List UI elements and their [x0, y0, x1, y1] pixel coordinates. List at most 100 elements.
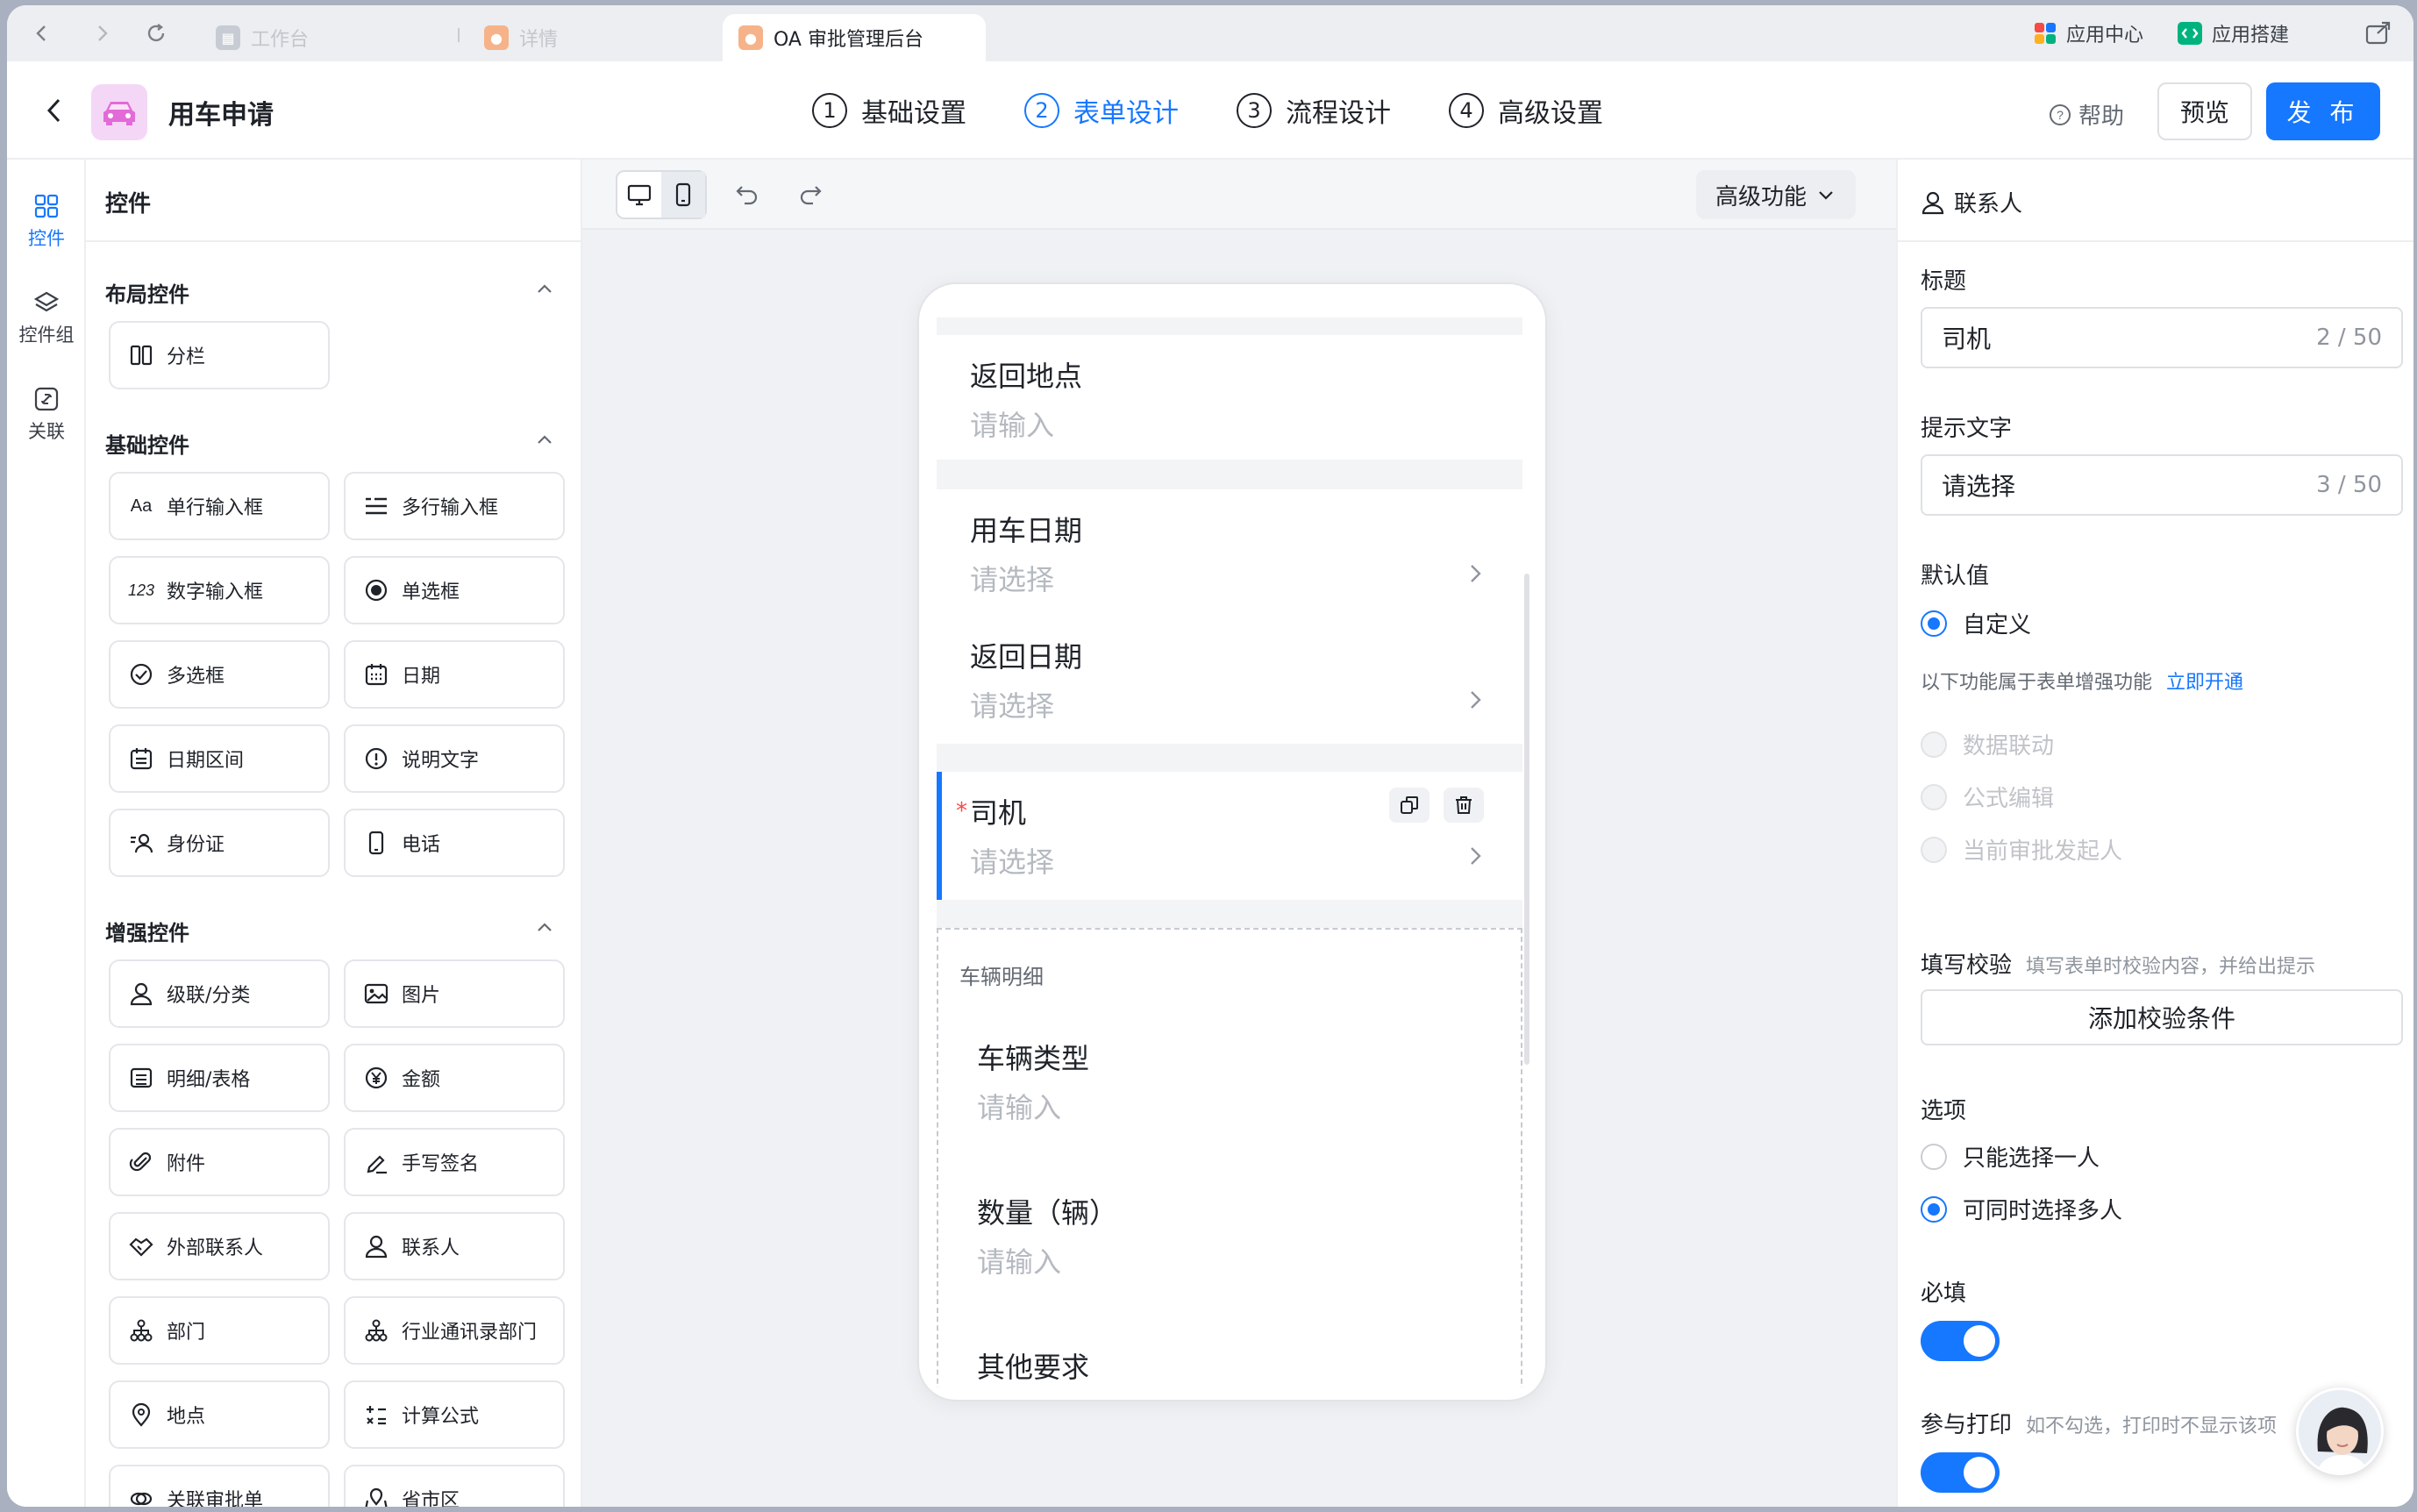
pen-icon — [363, 1149, 389, 1175]
field-vehicle-count[interactable]: 数量（辆） 请输入 — [938, 1172, 1521, 1303]
field-other-requirements[interactable]: 其他要求 — [938, 1326, 1521, 1387]
control-signature[interactable]: 手写签名 — [344, 1128, 565, 1196]
add-validation-button[interactable]: 添加校验条件 — [1921, 989, 2403, 1045]
chevron-up-icon[interactable] — [533, 428, 556, 451]
vehicle-detail-subtable[interactable]: 车辆明细 车辆类型 请输入 数量（辆） 请输入 其他要求 — [937, 928, 1522, 1387]
current-initiator-radio: 当前审批发起人 — [1921, 833, 2122, 866]
chevron-up-icon[interactable] — [533, 916, 556, 938]
svg-text:?: ? — [2057, 108, 2064, 122]
help-link[interactable]: ? 帮助 — [2049, 98, 2124, 131]
control-date-range[interactable]: 日期区间 — [109, 724, 330, 793]
control-label: 单选框 — [402, 581, 460, 603]
redo-icon[interactable] — [793, 177, 828, 212]
control-linked-approval[interactable]: 关联审批单 — [109, 1465, 330, 1507]
delete-icon[interactable] — [1444, 788, 1484, 823]
back-nav-icon[interactable] — [26, 18, 58, 49]
refresh-icon[interactable] — [140, 18, 172, 49]
step-basic-settings[interactable]: 1 基础设置 — [812, 91, 966, 130]
tab-detail[interactable]: ● 详情 — [468, 14, 574, 61]
control-location[interactable]: 地点 — [109, 1380, 330, 1449]
tab-oa-admin[interactable]: ● OA 审批管理后台 — [723, 14, 986, 61]
control-image[interactable]: 图片 — [344, 959, 565, 1028]
control-single-line-input[interactable]: Aa 单行输入框 — [109, 472, 330, 540]
link-loop-icon — [128, 1486, 154, 1507]
required-toggle[interactable] — [1921, 1321, 2000, 1361]
control-radio[interactable]: 单选框 — [344, 556, 565, 624]
control-external-contact[interactable]: 外部联系人 — [109, 1212, 330, 1280]
app-center-link[interactable]: 应用中心 — [2033, 16, 2143, 51]
control-label: 金额 — [402, 1069, 441, 1091]
option-single-radio[interactable]: 只能选择一人 — [1921, 1140, 2100, 1173]
preview-button[interactable]: 预览 — [2157, 82, 2252, 140]
rail-label: 控件组 — [18, 325, 75, 346]
step-label: 表单设计 — [1073, 98, 1179, 129]
enhance-note: 以下功能属于表单增强功能 立即开通 — [1921, 667, 2243, 695]
option-multi-radio[interactable]: 可同时选择多人 — [1921, 1193, 2122, 1225]
rail-item-controls[interactable]: 控件 — [7, 193, 86, 251]
control-multi-line-input[interactable]: 多行输入框 — [344, 472, 565, 540]
advanced-features-dropdown[interactable]: 高级功能 — [1696, 170, 1856, 219]
mobile-view-icon[interactable] — [661, 172, 705, 218]
print-label: 参与打印 — [1921, 1412, 2013, 1438]
control-amount[interactable]: 金额 — [344, 1044, 565, 1112]
control-checkbox[interactable]: 多选框 — [109, 640, 330, 709]
form-canvas: 高级功能 返回地点 请输入 用车日期 请选择 返回日期 请选择 * 司机 请选择… — [582, 160, 1896, 1507]
control-label: 图片 — [402, 985, 441, 1007]
field-use-date[interactable]: 用车日期 请选择 — [937, 489, 1522, 616]
rail-item-control-groups[interactable]: 控件组 — [7, 289, 86, 347]
open-window-icon[interactable] — [2363, 18, 2394, 49]
yen-icon — [363, 1065, 389, 1091]
field-return-date[interactable]: 返回日期 请选择 — [937, 616, 1522, 744]
control-department[interactable]: 部门 — [109, 1296, 330, 1365]
control-label: 说明文字 — [402, 750, 480, 772]
section-title-layout: 布局控件 — [105, 282, 189, 307]
title-input[interactable]: 司机 2 / 50 — [1921, 307, 2403, 368]
form-block-top-edge — [937, 309, 1522, 317]
radio-disabled — [1921, 783, 1947, 810]
control-cascade[interactable]: 级联/分类 — [109, 959, 330, 1028]
control-id-card[interactable]: 身份证 — [109, 809, 330, 877]
assistant-avatar[interactable] — [2296, 1387, 2384, 1475]
control-contact[interactable]: 联系人 — [344, 1212, 565, 1280]
step-form-design[interactable]: 2 表单设计 — [1024, 91, 1179, 130]
control-date[interactable]: 日期 — [344, 640, 565, 709]
default-custom-radio[interactable]: 自定义 — [1921, 607, 2031, 639]
multiline-icon — [363, 493, 389, 519]
hint-input[interactable]: 请选择 3 / 50 — [1921, 454, 2403, 516]
forward-nav-icon[interactable] — [86, 18, 118, 49]
control-industry-department[interactable]: 行业通讯录部门 — [344, 1296, 565, 1365]
publish-button[interactable]: 发 布 — [2266, 82, 2380, 140]
validation-hint: 填写表单时校验内容，并给出提示 — [2026, 956, 2316, 978]
control-label: 多选框 — [167, 666, 225, 688]
print-toggle[interactable] — [1921, 1452, 2000, 1493]
field-return-place[interactable]: 返回地点 请输入 — [937, 335, 1522, 460]
control-attachment[interactable]: 附件 — [109, 1128, 330, 1196]
mobile-scrollbar[interactable] — [1524, 574, 1529, 1065]
control-detail-table[interactable]: 明细/表格 — [109, 1044, 330, 1112]
enhance-activate-link[interactable]: 立即开通 — [2166, 672, 2243, 694]
control-number-input[interactable]: 123 数字输入框 — [109, 556, 330, 624]
control-phone[interactable]: 电话 — [344, 809, 565, 877]
control-province-city[interactable]: 省市区 — [344, 1465, 565, 1507]
chevron-down-icon — [1819, 191, 1833, 200]
undo-icon[interactable] — [730, 177, 765, 212]
app-builder-link[interactable]: 应用搭建 — [2177, 16, 2289, 51]
columns-icon — [128, 342, 154, 368]
person-icon — [363, 1233, 389, 1259]
field-driver-selected[interactable]: * 司机 请选择 — [937, 772, 1522, 900]
control-description-text[interactable]: 说明文字 — [344, 724, 565, 793]
step-advanced-settings[interactable]: 4 高级设置 — [1449, 91, 1603, 130]
copy-icon[interactable] — [1389, 788, 1430, 823]
back-button[interactable] — [37, 93, 72, 128]
tab-workbench[interactable]: ▦ 工作台 — [200, 14, 324, 61]
step-flow-design[interactable]: 3 流程设计 — [1237, 91, 1391, 130]
control-formula[interactable]: 计算公式 — [344, 1380, 565, 1449]
rail-item-relation[interactable]: 关联 — [7, 386, 86, 444]
editor-header: 用车申请 1 基础设置 2 表单设计 3 流程设计 4 高级设置 ? 帮助 预览… — [7, 61, 2413, 160]
person-tab-icon: ● — [738, 25, 763, 50]
field-vehicle-type[interactable]: 车辆类型 请输入 — [938, 1017, 1521, 1149]
control-column[interactable]: 分栏 — [109, 321, 330, 389]
desktop-view-icon[interactable] — [617, 172, 661, 218]
print-label-row: 参与打印 如不勾选，打印时不显示该项 — [1921, 1407, 2277, 1439]
chevron-up-icon[interactable] — [533, 277, 556, 300]
